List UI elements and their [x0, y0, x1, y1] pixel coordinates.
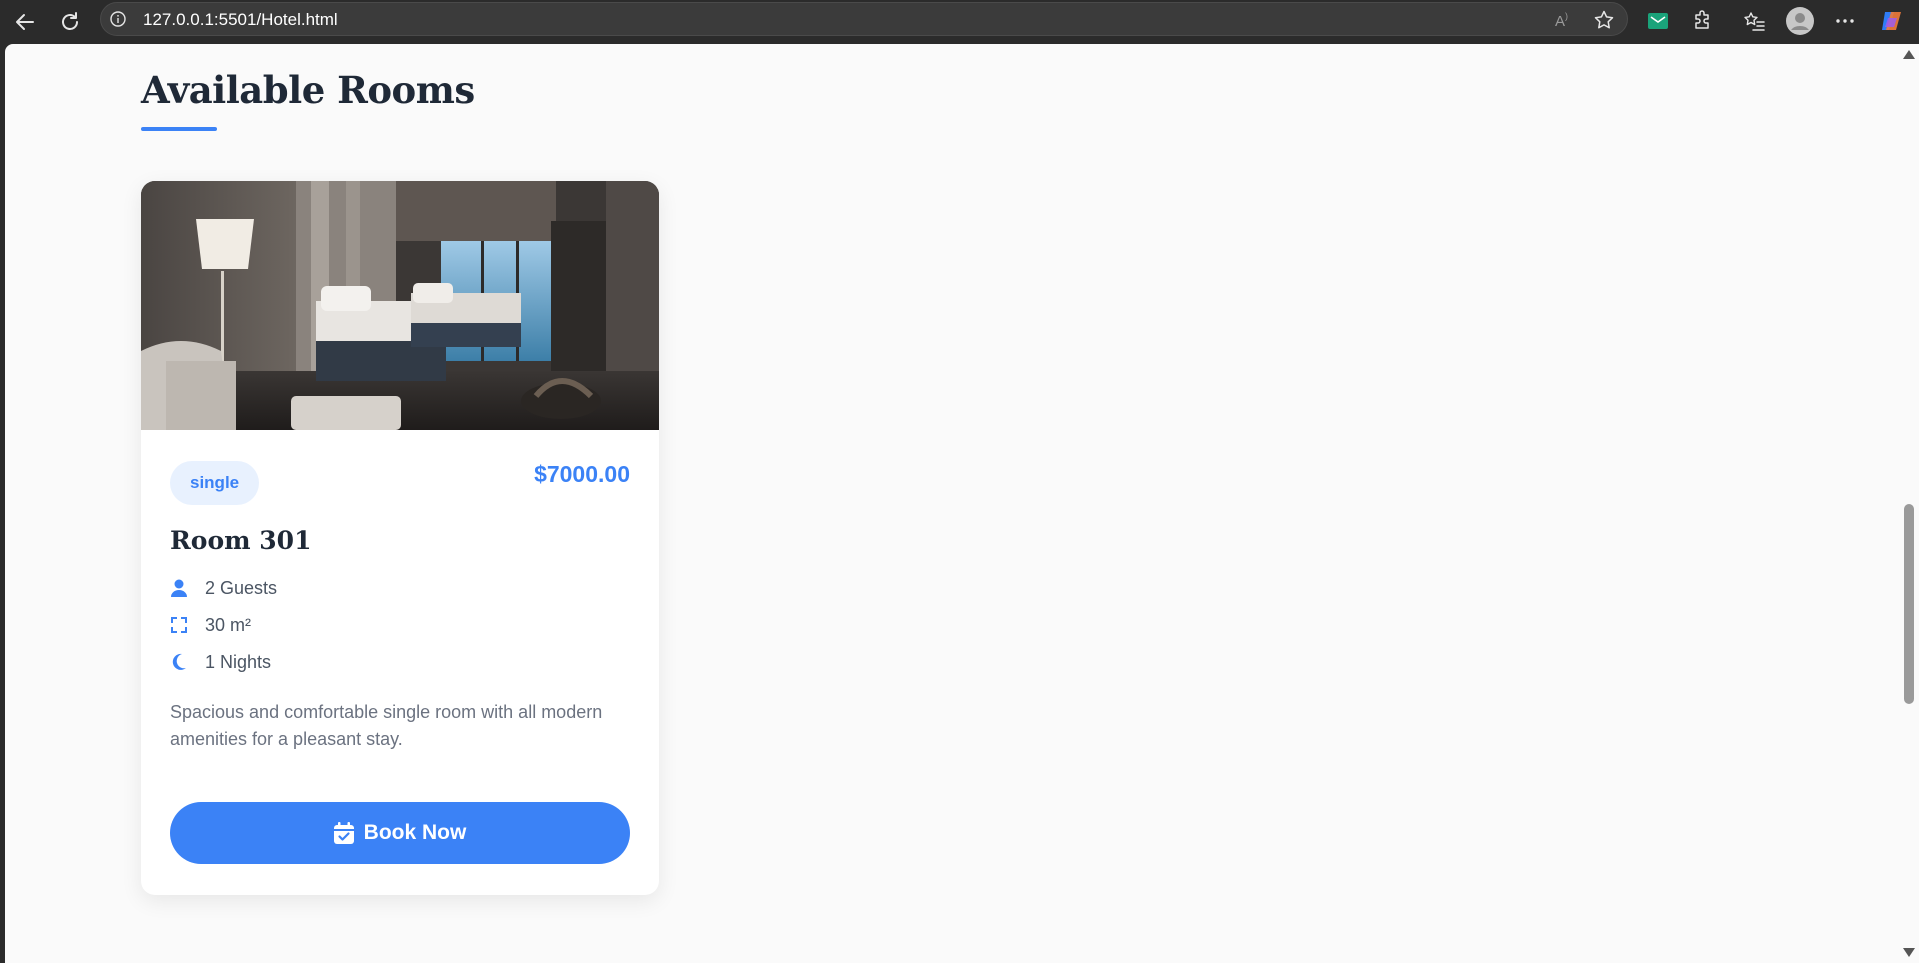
page-scrollbar[interactable]: [1899, 44, 1919, 963]
expand-icon: [170, 615, 188, 635]
book-now-button[interactable]: Book Now: [170, 802, 630, 864]
browser-toolbar: 127.0.0.1:5501/Hotel.html A): [0, 0, 1919, 44]
svg-text:A: A: [1555, 13, 1565, 30]
moon-icon: [170, 652, 188, 672]
room-title: Room 301: [170, 526, 312, 555]
room-price: $7000.00: [534, 461, 630, 487]
feature-label: 1 Nights: [205, 651, 272, 672]
favorite-button[interactable]: [1592, 8, 1616, 32]
room-card: single $7000.00 Room 301 2 Guests 30 m² …: [141, 181, 659, 895]
feature-size: 30 m²: [170, 612, 251, 638]
settings-menu-button[interactable]: [1828, 4, 1862, 38]
room-type-badge: single: [170, 461, 260, 505]
calendar-check-icon: [333, 822, 354, 844]
favorites-list-icon: [1744, 12, 1765, 31]
read-aloud-button[interactable]: A): [1552, 8, 1576, 32]
page-viewport: Available Rooms single $7000.00 Room 301…: [5, 44, 1899, 963]
scroll-up-arrow-icon[interactable]: [1903, 50, 1915, 59]
feature-guests: 2 Guests: [170, 575, 277, 601]
room-photo: [141, 181, 659, 430]
star-icon: [1594, 10, 1614, 29]
site-info-icon[interactable]: [110, 11, 126, 27]
svg-text:): ): [1565, 11, 1568, 21]
avatar-icon: [1786, 7, 1814, 35]
extensions-button[interactable]: [1686, 4, 1720, 38]
more-options-icon: [1836, 19, 1854, 23]
favorites-button[interactable]: [1737, 4, 1771, 38]
back-button[interactable]: [10, 7, 40, 37]
room-description: Spacious and comfortable single room wit…: [170, 702, 603, 749]
puzzle-icon: [1695, 10, 1709, 29]
mail-extension-icon: [1648, 13, 1668, 29]
scrollbar-thumb[interactable]: [1904, 504, 1914, 704]
copilot-button[interactable]: [1875, 4, 1909, 38]
feature-label: 30 m²: [205, 614, 252, 635]
address-bar[interactable]: 127.0.0.1:5501/Hotel.html A): [100, 2, 1628, 36]
read-aloud-icon: A): [1555, 11, 1568, 30]
book-now-label[interactable]: Book Now: [364, 821, 467, 845]
back-arrow-icon: [16, 14, 34, 30]
feature-nights: 1 Nights: [170, 649, 271, 675]
reload-icon: [62, 12, 78, 30]
feature-label: 2 Guests: [205, 577, 278, 598]
section-heading: Available Rooms: [141, 68, 475, 112]
url-text[interactable]: 127.0.0.1:5501/Hotel.html: [143, 10, 338, 30]
reload-button[interactable]: [55, 7, 85, 37]
heading-underline: [141, 127, 217, 131]
profile-button[interactable]: [1783, 4, 1817, 38]
copilot-icon: [1882, 12, 1901, 30]
extension-mail-button[interactable]: [1641, 4, 1675, 38]
user-icon: [170, 578, 188, 598]
scroll-down-arrow-icon[interactable]: [1903, 948, 1915, 957]
